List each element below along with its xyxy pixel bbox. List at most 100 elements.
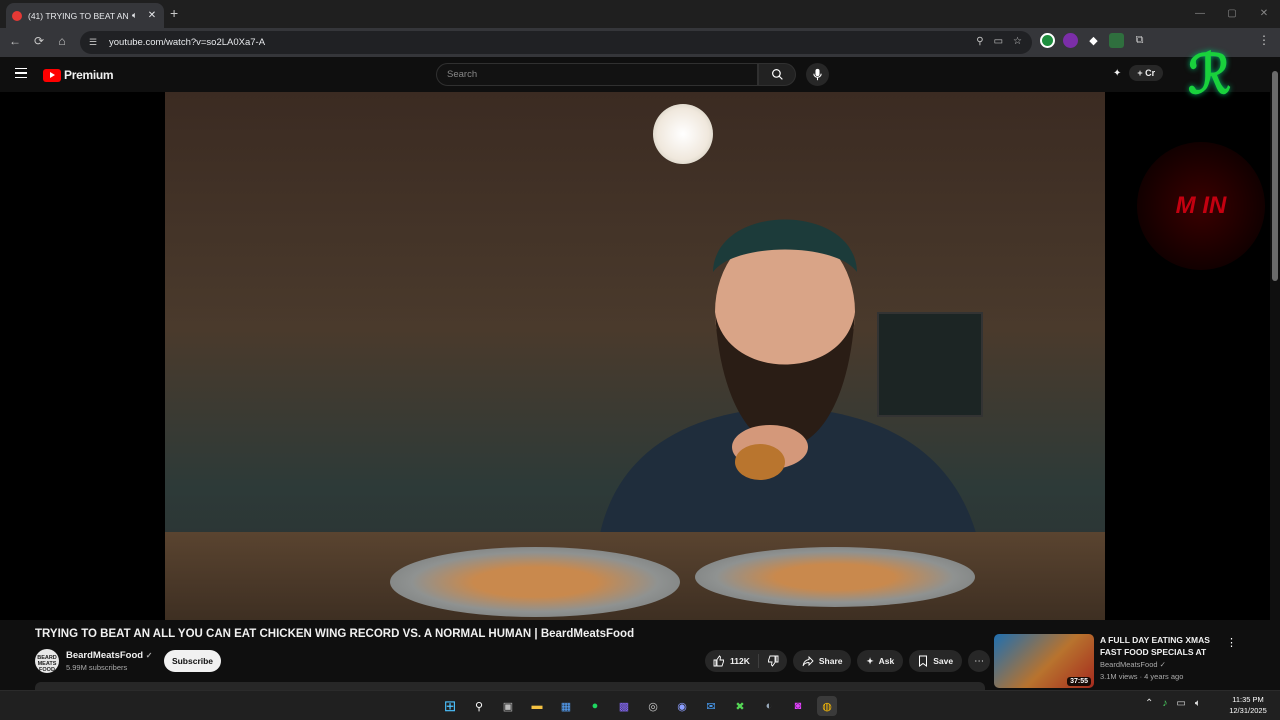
- xbox-icon[interactable]: ✖: [730, 696, 750, 716]
- recommended-video-title[interactable]: A FULL DAY EATING XMAS FAST FOOD SPECIAL…: [1100, 634, 1220, 658]
- tray-expand-icon[interactable]: ⌃: [1145, 698, 1153, 709]
- back-icon[interactable]: ←: [7, 34, 23, 48]
- video-plate: [390, 547, 680, 617]
- microphone-icon: [813, 68, 822, 81]
- dislike-button[interactable]: [759, 655, 787, 667]
- video-actions: 112K Share ✦ Ask Save ⋯: [705, 650, 991, 672]
- spotify-icon[interactable]: ●: [585, 696, 605, 716]
- scrollbar-thumb[interactable]: [1272, 71, 1278, 281]
- subscribe-button[interactable]: Subscribe: [164, 650, 221, 672]
- purple-extension-icon[interactable]: [1063, 33, 1078, 48]
- channel-name-text[interactable]: BeardMeatsFood: [66, 650, 143, 661]
- more-actions-button[interactable]: ⋯: [968, 650, 991, 672]
- recommended-video-channel[interactable]: BeardMeatsFood ✓: [1100, 660, 1166, 669]
- chrome-icon[interactable]: ◍: [817, 696, 837, 716]
- mail-icon[interactable]: ✉: [701, 696, 721, 716]
- sparkle-icon[interactable]: ✦: [1113, 68, 1121, 79]
- steam-icon[interactable]: ◐: [759, 696, 779, 716]
- youtube-favicon-icon: [12, 10, 22, 21]
- site-info-icon[interactable]: ☰: [87, 37, 99, 49]
- save-button[interactable]: Save: [909, 650, 963, 672]
- microphone-tray-icon[interactable]: ♪: [1162, 698, 1167, 709]
- green-overlay-logo: ℛ: [1187, 42, 1232, 106]
- green-extension-icon[interactable]: [1109, 33, 1124, 48]
- bookmark-icon: [919, 655, 928, 667]
- reload-icon[interactable]: ⟳: [31, 34, 47, 48]
- browser-menu-icon[interactable]: ⋮: [1258, 33, 1270, 47]
- windows-taskbar: ⊞ ⚲ ▣ ▬ ▦ ● ▩ ◎ ◉ ✉ ✖ ◐ ◙ ◍ ⌃ ♪ ▭ 🔈︎ 11:…: [0, 690, 1280, 720]
- share-icon: [802, 655, 814, 666]
- recommended-channel-name[interactable]: BeardMeatsFood: [1100, 660, 1158, 669]
- recommended-video-thumbnail[interactable]: 37:55: [994, 634, 1094, 688]
- github-icon[interactable]: ◎: [643, 696, 663, 716]
- description-box[interactable]: [35, 682, 985, 690]
- save-label: Save: [933, 656, 954, 666]
- search-input[interactable]: Search: [436, 63, 758, 86]
- speaker-icon[interactable]: 🔈︎: [132, 10, 142, 21]
- ask-button[interactable]: ✦ Ask: [857, 650, 904, 672]
- cast-icon[interactable]: ▭: [994, 36, 1003, 47]
- youtube-header: Premium Search ✦ + Cr: [0, 57, 1280, 92]
- voice-search-button[interactable]: [806, 63, 829, 86]
- search-icon: [771, 69, 783, 80]
- home-icon[interactable]: ⌂: [54, 34, 70, 48]
- visualizer-text: M IN: [1175, 192, 1227, 219]
- thumbs-down-icon: [767, 655, 779, 667]
- verified-icon: ✓: [1159, 660, 1166, 669]
- zoom-icon[interactable]: ⚲: [976, 36, 983, 47]
- system-tray: ⌃ ♪ ▭ 🔈︎: [1145, 698, 1201, 709]
- red-visualizer-overlay: M IN: [1137, 142, 1265, 270]
- search-button[interactable]: [758, 63, 796, 86]
- extensions-area: ◆ ⧉: [1040, 33, 1147, 48]
- recommended-video-meta: 3.1M views · 4 years ago: [1100, 672, 1184, 681]
- ask-label: Ask: [878, 656, 895, 666]
- like-count: 112K: [730, 656, 750, 666]
- url-text[interactable]: youtube.com/watch?v=so2LA0Xa7-A: [109, 37, 265, 48]
- youtube-premium-logo[interactable]: Premium: [43, 68, 114, 82]
- diamond-extension-icon[interactable]: ◆: [1086, 33, 1101, 48]
- like-dislike-group: 112K: [705, 650, 787, 672]
- subscriber-count: 5.99M subscribers: [66, 663, 128, 672]
- page-scrollbar[interactable]: [1270, 57, 1280, 689]
- thumbs-up-icon: [713, 655, 724, 667]
- volume-icon[interactable]: 🔈︎: [1195, 698, 1201, 709]
- taskbar-search-icon[interactable]: ⚲: [469, 696, 489, 716]
- verified-icon: ✓: [145, 651, 153, 660]
- share-button[interactable]: Share: [792, 650, 852, 672]
- browser-tab[interactable]: (41) TRYING TO BEAT AN AL 🔈︎ ✕: [6, 3, 164, 28]
- video-frame[interactable]: [165, 92, 1105, 620]
- sparkle-icon: ✦: [866, 655, 874, 666]
- video-duration: 37:55: [1067, 677, 1091, 686]
- start-menu-icon[interactable]: ⊞: [440, 696, 460, 716]
- clock-time: 11:35 PM: [1232, 695, 1264, 704]
- hamburger-menu-icon[interactable]: [15, 68, 27, 78]
- new-tab-button[interactable]: +: [170, 5, 178, 21]
- browser-tab-bar: (41) TRYING TO BEAT AN AL 🔈︎ ✕ + — ▢ ✕: [0, 0, 1280, 28]
- grid-app-icon[interactable]: ▩: [614, 696, 634, 716]
- grammarly-extension-icon[interactable]: [1040, 33, 1055, 48]
- file-explorer-icon[interactable]: ▬: [527, 696, 547, 716]
- extensions-puzzle-icon[interactable]: ⧉: [1132, 33, 1147, 48]
- video-plate: [695, 547, 975, 607]
- system-clock[interactable]: 11:35 PM 12/31/2025: [1225, 694, 1271, 716]
- network-icon[interactable]: ▭: [1176, 698, 1185, 709]
- video-lamp: [653, 104, 713, 164]
- share-label: Share: [818, 656, 843, 666]
- video-person: [595, 219, 985, 582]
- task-view-icon[interactable]: ▣: [498, 696, 518, 716]
- clock-date: 12/31/2025: [1229, 706, 1267, 715]
- bookmark-star-icon[interactable]: ☆: [1013, 36, 1022, 47]
- logo-text: Premium: [64, 68, 114, 82]
- create-label: Cr: [1145, 68, 1156, 78]
- close-tab-icon[interactable]: ✕: [146, 10, 158, 21]
- channel-name[interactable]: BeardMeatsFood ✓: [66, 650, 152, 661]
- channel-avatar[interactable]: BEARD MEATS FOOD: [35, 649, 59, 673]
- discord-icon[interactable]: ◉: [672, 696, 692, 716]
- microsoft-store-icon[interactable]: ▦: [556, 696, 576, 716]
- address-bar[interactable]: ☰ youtube.com/watch?v=so2LA0Xa7-A ⚲ ▭ ☆: [80, 31, 1032, 54]
- tab-title: (41) TRYING TO BEAT AN AL: [28, 10, 130, 21]
- pink-app-icon[interactable]: ◙: [788, 696, 808, 716]
- like-button[interactable]: 112K: [705, 654, 759, 668]
- recommended-menu-icon[interactable]: ⋮: [1226, 636, 1237, 649]
- create-button[interactable]: + Cr: [1129, 65, 1164, 81]
